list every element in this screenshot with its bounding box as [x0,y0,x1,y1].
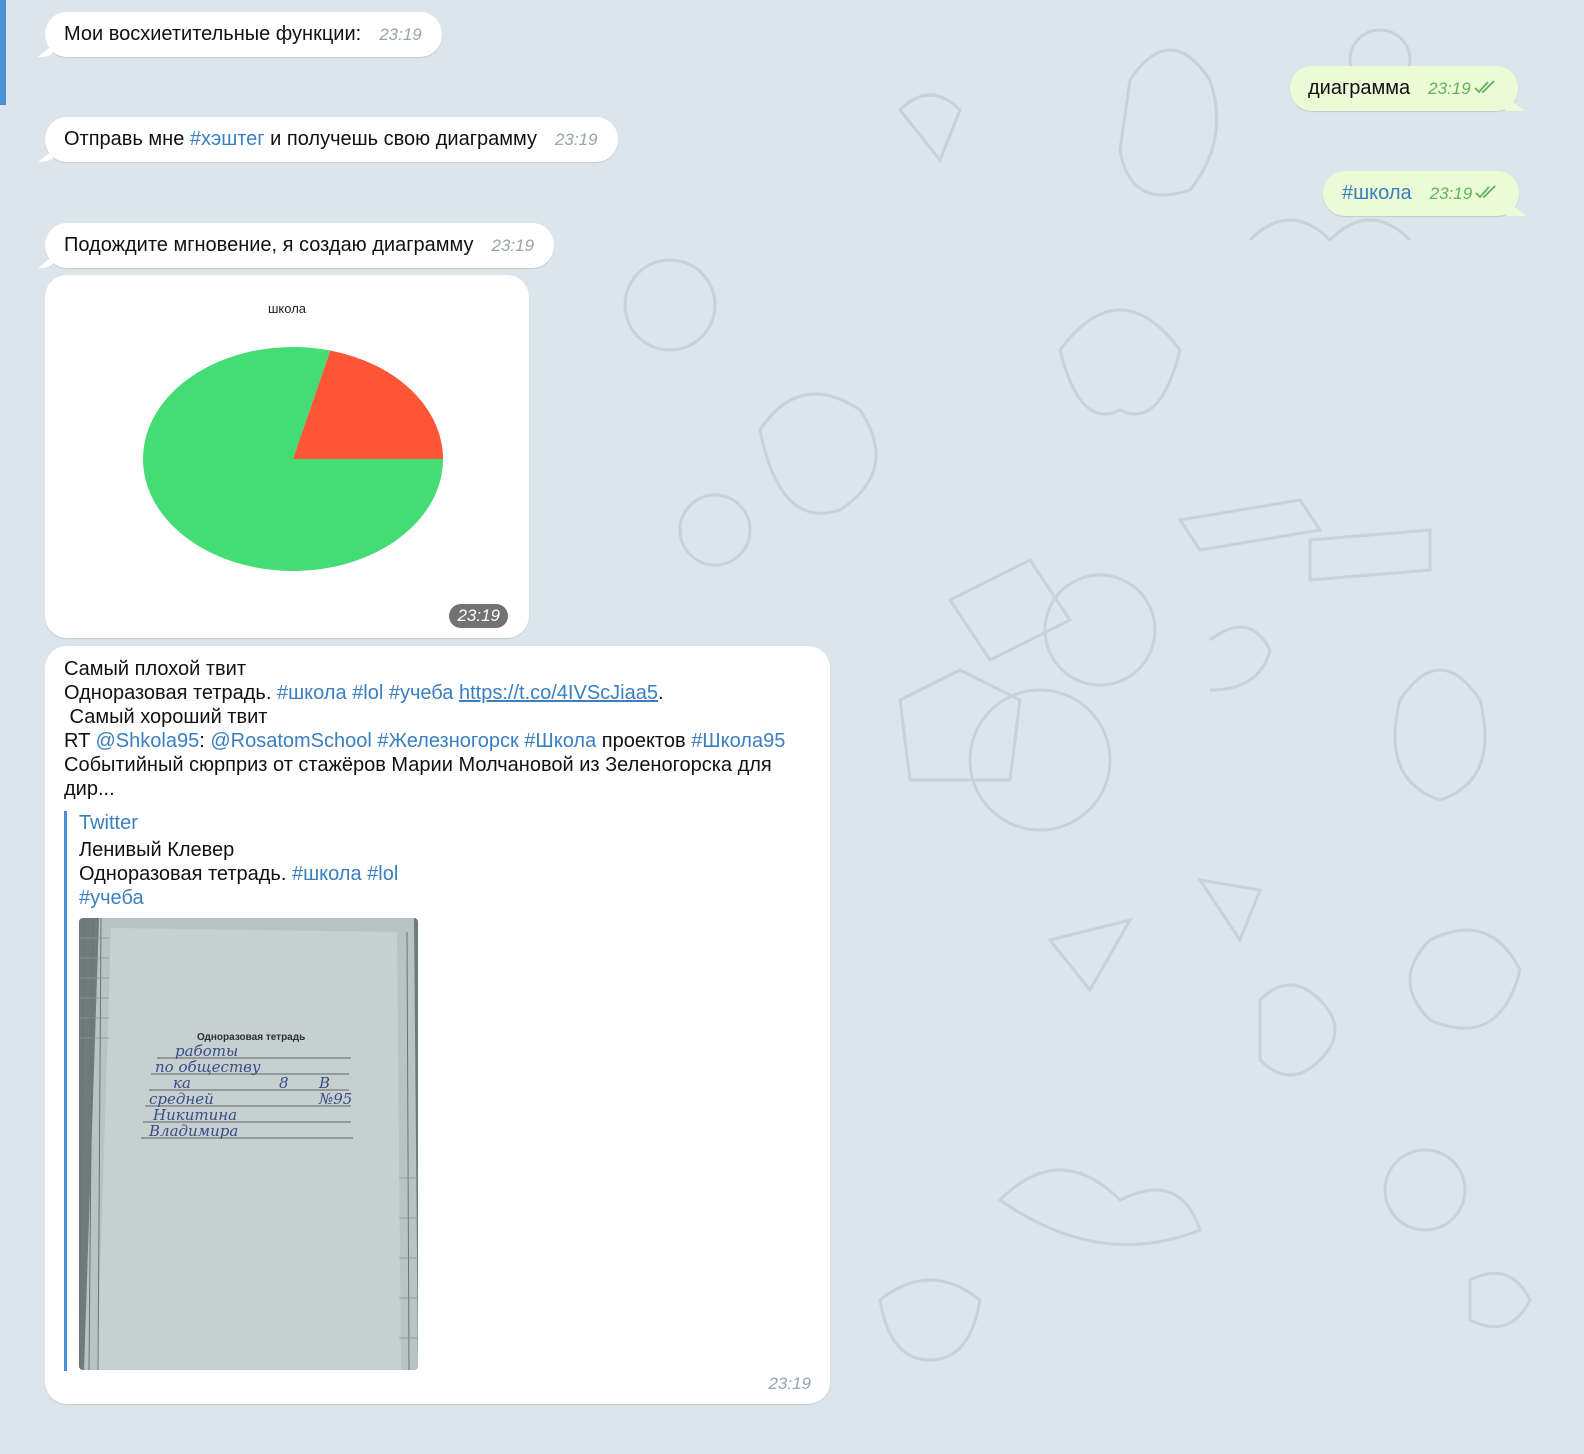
mention-link[interactable]: @Shkola95 [96,730,200,752]
tweet-line: Самый хороший твит [64,706,268,728]
message-time: 23:19 [491,236,535,255]
preview-site-name: Twitter [79,812,138,834]
hashtag-link[interactable]: #lol [352,682,383,704]
double-check-icon [1475,185,1496,199]
hashtag-link[interactable]: #учеба [389,682,454,704]
hashtag-link[interactable]: #школа [292,863,362,885]
message-list[interactable]: Мои восхиетительные функции: 23:19 диагр… [0,0,1584,1454]
tweet-message: Самый плохой твит Одноразовая тетрадь. #… [45,646,830,1404]
hashtag-link[interactable]: #lol [367,863,398,885]
chart-title: школа [267,301,307,316]
message-time: 23:19 [1428,79,1471,98]
message-time: 23:19 [554,130,598,149]
preview-photo[interactable]: Одноразовая тетрадь работы по обществу к… [79,918,418,1370]
message-text: диаграмма [1308,77,1411,99]
message-text: Подождите мгновение, я создаю диаграмму [64,234,474,256]
chart-image-message[interactable]: школа 23:19 [45,275,529,638]
preview-description: Одноразовая тетрадь. #школа #lol #учеба [79,863,399,909]
hashtag-link[interactable]: #Железногорск [377,730,518,752]
message-time: 23:19 [768,1374,811,1393]
tweet-line: Одноразовая тетрадь. #школа #lol #учеба … [64,682,664,704]
message-bubble: #школа 23:19 [1323,171,1520,216]
tweet-url-link[interactable]: https://t.co/4IVScJiaa5 [459,682,658,704]
hashtag-link[interactable]: #школа [277,682,347,704]
message-time: 23:19 [1429,184,1473,203]
hashtag-link[interactable]: #школа [1342,181,1412,205]
hashtag-link[interactable]: #учеба [79,887,144,909]
preview-title: Ленивый Клевер [79,839,235,861]
message-time: 23:19 [449,604,508,628]
link-preview[interactable]: Twitter Ленивый Клевер Одноразовая тетра… [64,811,427,1371]
tweet-line: Самый плохой твит [64,658,247,680]
handwriting: по обществу [155,1058,261,1076]
double-check-icon [1474,80,1495,94]
pie-chart [143,347,443,571]
message-bubble: Подождите мгновение, я создаю диаграмму … [45,223,555,268]
tweet-line: дир... [64,778,115,800]
message-text: Мои восхиетительные функции: [64,23,362,45]
message-bubble: диаграмма 23:19 [1290,66,1518,111]
message-time: 23:19 [379,25,422,44]
handwriting: 8 [279,1074,289,1092]
handwriting: №95 [318,1090,352,1108]
message-bubble: Мои восхиетительные функции: 23:19 [45,12,442,57]
mention-link[interactable]: @RosatomSchool [210,730,371,752]
window-edge-accent [0,0,6,105]
hashtag-link[interactable]: #Школа [524,730,596,752]
tweet-line: Событийный сюрприз от стажёров Марии Мол… [64,754,772,776]
message-bubble: Отправь мне #хэштег и получешь свою диаг… [45,117,618,162]
tweet-line: RT @Shkola95: @RosatomSchool #Железногор… [64,730,786,752]
message-text: Отправь мне #хэштег и получешь свою диаг… [64,128,537,150]
hashtag-link[interactable]: #Школа95 [691,730,785,752]
handwriting: Владимира [148,1122,238,1140]
hashtag-link[interactable]: #хэштег [190,128,265,150]
tweet-body: Самый плохой твит Одноразовая тетрадь. #… [64,657,814,801]
